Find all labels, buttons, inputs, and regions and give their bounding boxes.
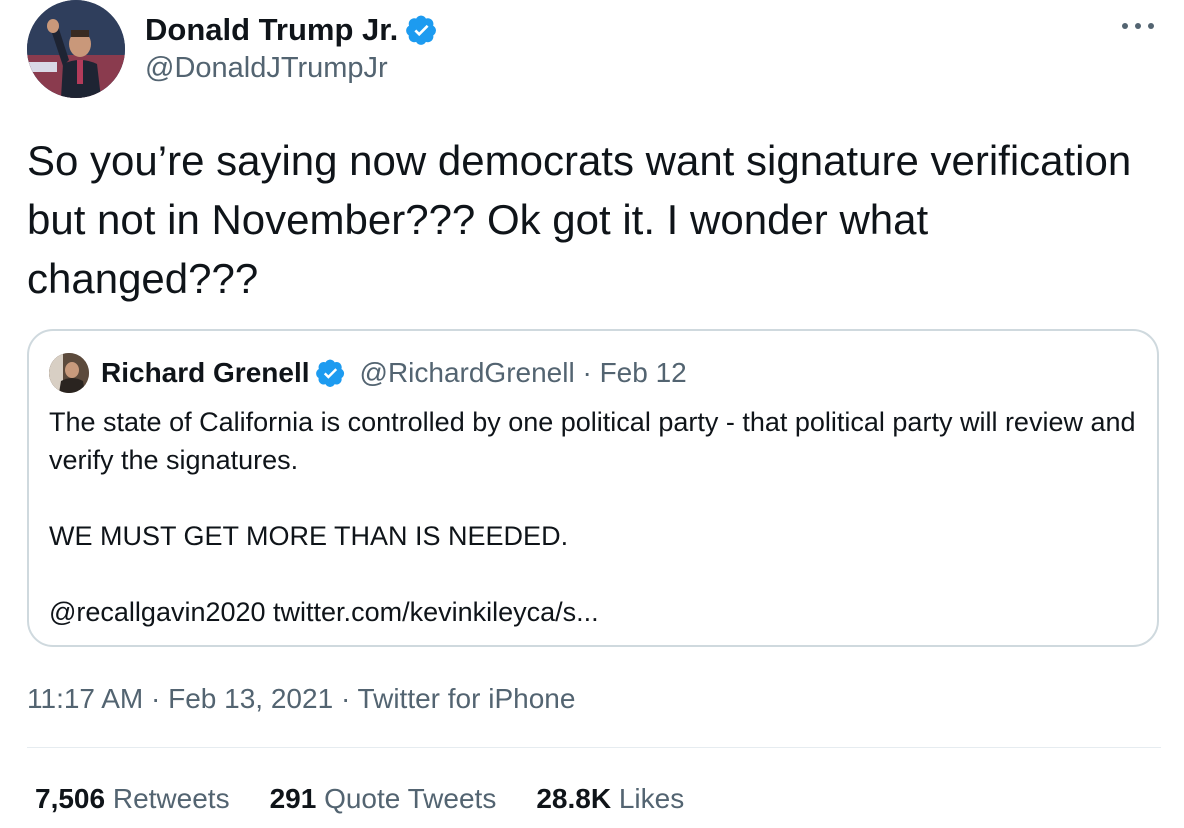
author-avatar-image [27, 0, 125, 98]
timestamp-separator: · [340, 683, 351, 714]
engagement-stats: 7,506 Retweets 291 Quote Tweets 28.8K Li… [35, 781, 724, 817]
tweet-timestamp: 11:17 AM · Feb 13, 2021 · Twitter for iP… [27, 681, 575, 717]
quoted-author-handle: @RichardGrenell [359, 357, 575, 388]
quoted-tweet-spacer [49, 479, 1139, 517]
quoted-tweet-card[interactable]: Richard Grenell @RichardGrenell · Feb 12… [27, 329, 1159, 647]
quoted-tweet-line-1: The state of California is controlled by… [49, 407, 1136, 475]
quoted-tweet-date: Feb 12 [599, 357, 687, 388]
tweet-client[interactable]: Twitter for iPhone [358, 683, 576, 714]
quoted-tweet-body: The state of California is controlled by… [49, 403, 1139, 631]
quote-tweets-stat[interactable]: 291 Quote Tweets [270, 781, 497, 817]
quoted-tweet-line-2: WE MUST GET MORE THAN IS NEEDED. [49, 521, 569, 551]
more-options-icon [1122, 23, 1154, 29]
quoted-author-name: Richard Grenell [101, 357, 310, 388]
likes-stat[interactable]: 28.8K Likes [536, 781, 684, 817]
more-options-button[interactable] [1118, 14, 1158, 38]
tweet-text: So you’re saying now democrats want sign… [27, 137, 1132, 302]
retweets-label: Retweets [112, 783, 230, 814]
tweet-date[interactable]: Feb 13, 2021 [168, 683, 333, 714]
quoted-meta-separator: · [575, 357, 600, 389]
quoted-tweet-line-3: @recallgavin2020 twitter.com/kevinkileyc… [49, 597, 599, 627]
author-name-text: Donald Trump Jr. [145, 12, 399, 47]
verified-badge-icon [406, 15, 437, 45]
quoted-verified-badge-icon [315, 359, 344, 387]
likes-label: Likes [618, 783, 685, 814]
retweets-count: 7,506 [35, 783, 106, 814]
quote-tweets-label: Quote Tweets [324, 783, 497, 814]
retweets-stat[interactable]: 7,506 Retweets [35, 781, 230, 817]
quoted-author-avatar [49, 353, 89, 393]
stats-divider [27, 747, 1161, 748]
quoted-separator-dot: · [582, 357, 592, 388]
quoted-author-avatar-image [49, 353, 89, 393]
author-avatar[interactable] [27, 0, 125, 98]
quoted-tweet-spacer [49, 555, 1139, 593]
tweet-time[interactable]: 11:17 AM [27, 683, 143, 714]
likes-count: 28.8K [536, 783, 612, 814]
author-handle[interactable]: @DonaldJTrumpJr [145, 50, 388, 86]
quote-tweets-count: 291 [269, 783, 317, 814]
timestamp-separator: · [151, 683, 161, 714]
author-display-name[interactable]: Donald Trump Jr. [145, 11, 438, 49]
quoted-tweet-header: Richard Grenell @RichardGrenell · Feb 12 [49, 351, 687, 395]
